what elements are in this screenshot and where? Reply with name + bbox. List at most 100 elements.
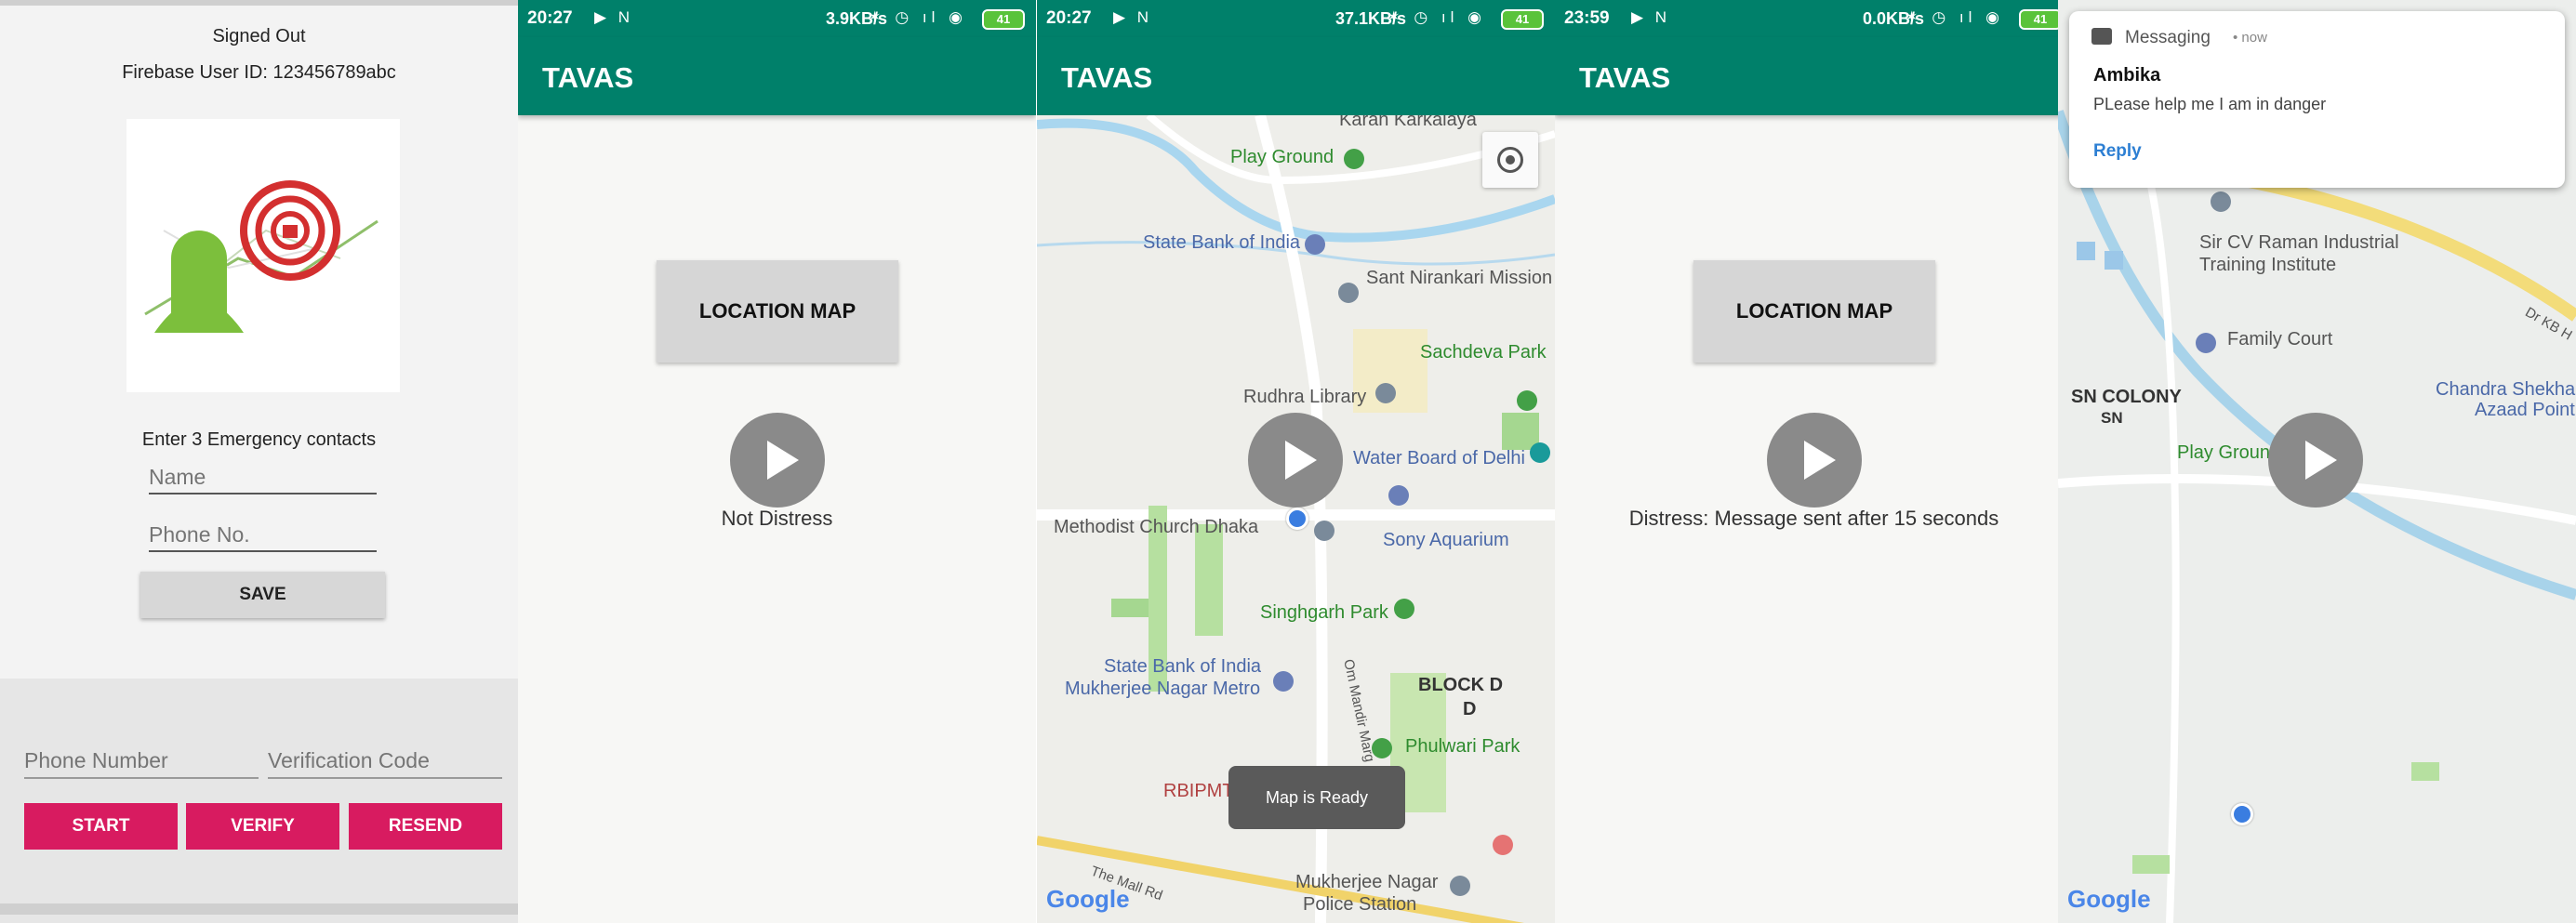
resend-button[interactable]: RESEND xyxy=(349,803,502,850)
notification-sender: Ambika xyxy=(2093,65,2161,86)
app-bar: TAVAS xyxy=(1037,37,1555,115)
metro-pin-icon[interactable] xyxy=(1273,671,1294,692)
my-location-dot xyxy=(1286,508,1308,530)
map-label-sony-aquarium: Sony Aquarium xyxy=(1383,530,1509,550)
play-icon[interactable] xyxy=(1248,413,1343,508)
woman-signal-icon xyxy=(144,180,378,333)
distress-status: Distress: Message sent after 15 seconds xyxy=(1628,507,1999,530)
my-location-dot xyxy=(2231,803,2253,825)
clock: 20:27 xyxy=(527,8,573,28)
bottom-divider xyxy=(0,903,518,915)
water-pin-icon[interactable] xyxy=(1530,442,1550,463)
status-bar: 20:27 ▶ Ν 3.9KB/s ✶ ◷ ıl ◉ 41 xyxy=(518,0,1036,37)
message-notification[interactable]: Messaging • now Ambika PLease help me I … xyxy=(2069,11,2565,188)
top-divider xyxy=(0,0,518,6)
system-status-icons: ✶ ◷ ıl ◉ xyxy=(868,8,967,26)
place-pin-icon[interactable] xyxy=(1338,283,1359,303)
map-label-metro: Mukherjee Nagar Metro xyxy=(1065,679,1261,699)
map-label-chandra: Chandra Shekhar xyxy=(2436,379,2576,400)
church-pin-icon[interactable] xyxy=(1314,521,1334,541)
notification-icons: ▶ Ν xyxy=(1113,8,1153,26)
map-label-family-court: Family Court xyxy=(2227,329,2333,349)
park-pin-icon[interactable] xyxy=(1394,599,1414,619)
emergency-contacts-label: Enter 3 Emergency contacts xyxy=(141,429,377,450)
map-label-sachdeva: Sachdeva Park xyxy=(1420,342,1547,363)
notification-app-name: Messaging xyxy=(2125,28,2211,47)
signin-status: Signed Out xyxy=(212,26,306,46)
play-icon[interactable] xyxy=(1767,413,1862,508)
play-icon[interactable] xyxy=(730,413,825,508)
court-pin-icon[interactable] xyxy=(2196,333,2216,353)
my-location-button[interactable] xyxy=(1482,132,1538,188)
google-logo: Google xyxy=(2067,885,2151,913)
map-label-rudhra: Rudhra Library xyxy=(1243,387,1367,407)
verify-button[interactable]: VERIFY xyxy=(186,803,339,850)
notification-screen: Sir CV Raman Industrial Training Institu… xyxy=(2058,0,2576,923)
map-label-block-d-2: D xyxy=(1463,699,1477,719)
chat-icon xyxy=(2091,28,2112,45)
map-label-nirankari: Sant Nirankari Mission xyxy=(1366,268,1553,288)
reply-button[interactable]: Reply xyxy=(2093,141,2142,162)
park-pin-icon[interactable] xyxy=(1344,149,1364,169)
contact-phone-field[interactable] xyxy=(149,519,377,552)
google-map[interactable]: Karan Karkalaya Play Ground State Bank o… xyxy=(1037,115,1555,923)
battery-icon: 41 xyxy=(2019,9,2062,30)
clock: 23:59 xyxy=(1564,8,1610,28)
system-status-icons: ✶ ◷ ıl ◉ xyxy=(1387,8,1486,26)
notification-icons: ▶ Ν xyxy=(594,8,634,26)
notification-message: PLease help me I am in danger xyxy=(2093,95,2327,113)
save-button[interactable]: SAVE xyxy=(140,572,385,618)
map-label-police-1: Mukherjee Nagar xyxy=(1295,872,1439,892)
map-label-playground: Play Ground xyxy=(2177,442,2281,463)
map-screen: 20:27 ▶ Ν 37.1KB/s ✶ ◷ ıl ◉ 41 TAVAS Kar… xyxy=(1037,0,1555,923)
location-map-button[interactable]: LOCATION MAP xyxy=(1693,260,1935,363)
play-icon[interactable] xyxy=(2268,413,2363,508)
map-label-sn: SN xyxy=(2101,409,2123,427)
map-label-karan: Karan Karkalaya xyxy=(1339,115,1477,130)
map-label-singhgarh: Singhgarh Park xyxy=(1260,602,1388,623)
map-label-sbi: State Bank of India xyxy=(1143,232,1301,253)
map-label-chandra-2: Azaad Point xyxy=(2475,400,2575,420)
contact-name-field[interactable] xyxy=(149,461,377,494)
registration-screen: Signed Out Firebase User ID: 123456789ab… xyxy=(0,0,518,923)
app-bar: TAVAS xyxy=(1555,37,2073,115)
app-title: TAVAS xyxy=(542,61,634,94)
hospital-pin-icon[interactable] xyxy=(1493,835,1513,855)
park-pin-icon[interactable] xyxy=(1372,738,1392,758)
app-bar: TAVAS xyxy=(518,37,1036,115)
park-pin-icon[interactable] xyxy=(1517,390,1537,411)
app-logo xyxy=(126,119,400,392)
main-screen-distress: 23:59 ▶ Ν 0.0KB/s ✶ ◷ ıl ◉ 41 TAVAS LOCA… xyxy=(1555,0,2073,923)
map-label-sn-colony: SN COLONY xyxy=(2071,387,2182,407)
crosshair-center xyxy=(1506,155,1515,165)
google-logo: Google xyxy=(1046,885,1130,913)
map-label-methodist: Methodist Church Dhaka xyxy=(1054,517,1259,537)
police-pin-icon[interactable] xyxy=(1450,876,1470,896)
status-bar: 20:27 ▶ Ν 37.1KB/s ✶ ◷ ıl ◉ 41 xyxy=(1037,0,1555,37)
notification-icons: ▶ Ν xyxy=(1631,8,1671,26)
main-screen-not-distress: 20:27 ▶ Ν 3.9KB/s ✶ ◷ ıl ◉ 41 TAVAS LOCA… xyxy=(518,0,1036,923)
map-label-playground: Play Ground xyxy=(1230,147,1334,167)
app-title: TAVAS xyxy=(1579,61,1671,94)
start-button[interactable]: START xyxy=(24,803,178,850)
map-ready-toast: Map is Ready xyxy=(1228,766,1405,829)
location-map-button[interactable]: LOCATION MAP xyxy=(657,260,898,363)
bank-pin-icon[interactable] xyxy=(1305,234,1325,255)
verification-code-field[interactable] xyxy=(268,744,502,779)
notification-time: • now xyxy=(2233,30,2267,46)
map-label-cv-raman-2: Training Institute xyxy=(2199,255,2337,275)
map-label-water-board: Water Board of Delhi xyxy=(1353,448,1525,468)
battery-icon: 41 xyxy=(982,9,1025,30)
bank-pin-icon[interactable] xyxy=(1388,485,1409,506)
map-label-cv-raman: Sir CV Raman Industrial xyxy=(2199,232,2399,253)
map-label-police-2: Police Station xyxy=(1303,894,1417,915)
app-title: TAVAS xyxy=(1061,61,1153,94)
distress-status: Not Distress xyxy=(721,507,833,530)
phone-number-field[interactable] xyxy=(24,744,259,779)
map-label-phulwari: Phulwari Park xyxy=(1405,736,1520,757)
clock: 20:27 xyxy=(1046,8,1092,28)
map-label-rbipmt: RBIPMT xyxy=(1163,781,1234,801)
map-label-block-d: BLOCK D xyxy=(1418,675,1504,695)
library-pin-icon[interactable] xyxy=(1375,383,1396,403)
place-pin-icon[interactable] xyxy=(2211,191,2231,212)
